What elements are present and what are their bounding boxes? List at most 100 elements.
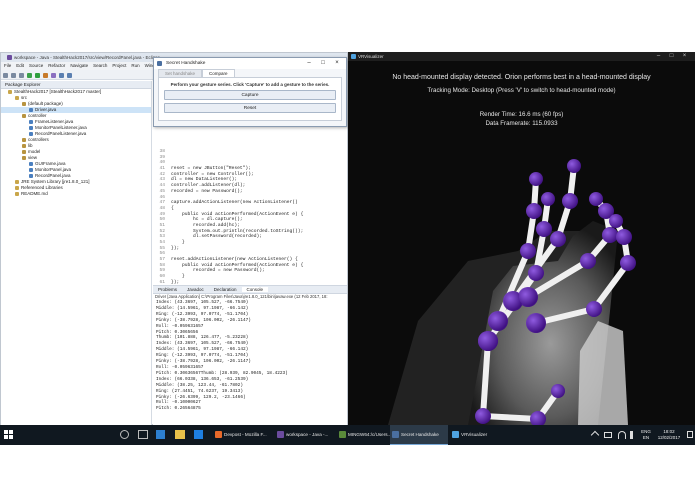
java-file-icon [29, 131, 33, 136]
debug-icon[interactable] [27, 72, 32, 78]
joint [551, 384, 565, 398]
tab-console[interactable]: Console [241, 287, 269, 292]
code-line[interactable]: reset.addActionListener(new ActionListen… [171, 257, 303, 263]
wifi-icon[interactable] [618, 431, 626, 439]
code-line[interactable]: capture.addActionListener(new ActionList… [171, 200, 303, 206]
joint [526, 203, 542, 219]
print-icon[interactable] [19, 72, 24, 78]
menu-project[interactable]: Project [112, 63, 126, 68]
menu-source[interactable]: Source [29, 63, 43, 68]
reset-button[interactable]: Reset [164, 103, 336, 113]
run-icon[interactable] [35, 72, 40, 78]
joint [589, 192, 603, 206]
close-icon[interactable]: × [678, 52, 691, 61]
menu-navigate[interactable]: Navigate [70, 63, 88, 68]
search-icon[interactable] [67, 72, 72, 78]
package-tree-item-label: src [21, 95, 27, 100]
maximize-icon[interactable]: □ [665, 52, 678, 61]
minimize-icon[interactable]: – [652, 52, 665, 61]
clock[interactable]: 18:02 12/02/2017 [654, 429, 684, 441]
region-code: EN [642, 435, 650, 440]
eclipse-title: workspace - Java - StealthHack2017/src/v… [14, 55, 161, 60]
bone [480, 413, 541, 422]
joint [580, 253, 596, 269]
hmd-warning-text: No head-mounted display detected. Orion … [392, 74, 651, 81]
vrvisualizer-icon [452, 431, 459, 438]
java-file-icon [29, 161, 33, 166]
joint [541, 192, 555, 206]
package-tree-item-label: StealthHack2017 [StealthHack2017 master] [14, 89, 102, 94]
task-view-icon[interactable] [138, 430, 148, 439]
package-folder-icon [15, 185, 19, 190]
console-tabs: Problems Javadoc Declaration Console [153, 286, 347, 294]
edge-icon[interactable] [156, 430, 165, 439]
menu-search[interactable]: Search [93, 63, 107, 68]
new-icon[interactable] [3, 72, 8, 78]
package-tree-item-label: README.md [21, 191, 48, 196]
minimize-icon[interactable]: – [302, 58, 316, 69]
task-vrvisualizer[interactable]: VRVisualizer [450, 425, 504, 445]
task-mingw[interactable]: MINGW64:/c/Users... [337, 425, 391, 445]
language-indicator[interactable]: ENG EN [640, 429, 652, 441]
package-tree-item-label: RecordPanel.java [35, 173, 71, 178]
bone [591, 260, 631, 312]
vr-visualizer-window[interactable]: VRVisualizer – □ × No head-mounted display… [348, 52, 695, 425]
cortana-search-icon[interactable] [120, 430, 129, 439]
start-windows-icon[interactable] [4, 430, 13, 439]
package-folder-icon [22, 137, 26, 142]
eclipse-icon [277, 431, 284, 438]
package-tree-item-label: Driver.java [35, 107, 57, 112]
menu-edit[interactable]: Edit [16, 63, 24, 68]
windows-taskbar: Devpost - Mozilla F... workspace - Java … [0, 425, 695, 445]
dialog-title-bar[interactable]: Secret Handshake – □ × [154, 58, 346, 69]
package-tree-item-label: model [28, 149, 41, 154]
menu-run[interactable]: Run [131, 63, 139, 68]
task-eclipse[interactable]: workspace - Java -... [275, 425, 335, 445]
tracking-mode-text: Tracking Mode: Desktop (Press 'V' to swi… [427, 87, 616, 94]
show-hidden-icons-icon[interactable] [590, 430, 600, 440]
store-icon[interactable] [194, 430, 203, 439]
menu-refactor[interactable]: Refactor [48, 63, 65, 68]
tab-set-handshake[interactable]: Set handshake [158, 69, 203, 77]
package-tree-item-label: FrameListener.java [35, 119, 74, 124]
visualizer-title-bar[interactable]: VRVisualizer – □ × [348, 52, 695, 61]
joint [536, 221, 552, 237]
package-explorer-tab[interactable]: Package Explorer [1, 81, 151, 89]
joint [586, 301, 602, 317]
joint [616, 229, 632, 245]
save-icon[interactable] [11, 72, 16, 78]
palm-joint [527, 314, 545, 332]
new-class-icon[interactable] [51, 72, 56, 78]
file-explorer-icon[interactable] [175, 430, 185, 439]
external-tools-icon[interactable] [43, 72, 48, 78]
package-folder-icon [22, 101, 26, 106]
tab-declaration[interactable]: Declaration [209, 287, 242, 292]
visualizer-app-icon [351, 54, 356, 59]
visualizer-window-controls: – □ × [652, 52, 691, 61]
tab-javadoc[interactable]: Javadoc [182, 287, 209, 292]
close-icon[interactable]: × [330, 58, 344, 69]
task-secret-handshake[interactable]: Secret Handshake [390, 425, 448, 445]
task-secret-handshake-label: Secret Handshake [401, 432, 439, 437]
task-firefox[interactable]: Devpost - Mozilla F... [213, 425, 273, 445]
joint [620, 255, 636, 271]
package-tree-item-label: controller [28, 113, 47, 118]
java-file-icon [29, 167, 33, 172]
java-file-icon [29, 173, 33, 178]
joint [528, 265, 544, 281]
package-tree-item-label: controllers [28, 137, 49, 142]
capture-button[interactable]: Capture [164, 90, 336, 100]
tab-problems[interactable]: Problems [153, 287, 182, 292]
notifications-icon[interactable] [687, 431, 693, 438]
package-explorer: Package Explorer StealthHack2017 [Stealt… [1, 81, 152, 425]
package-folder-icon [15, 95, 19, 100]
volume-icon[interactable] [630, 431, 637, 439]
maximize-icon[interactable]: □ [316, 58, 330, 69]
battery-icon[interactable] [604, 432, 612, 438]
open-type-icon[interactable] [59, 72, 64, 78]
package-tree-item[interactable]: README.md [1, 191, 151, 197]
tab-compare[interactable]: Compare [202, 69, 235, 77]
joint [550, 231, 566, 247]
menu-file[interactable]: File [4, 63, 11, 68]
console-output[interactable]: Index: (43.3697, 105.527, -66.7540) Middl… [153, 300, 347, 412]
